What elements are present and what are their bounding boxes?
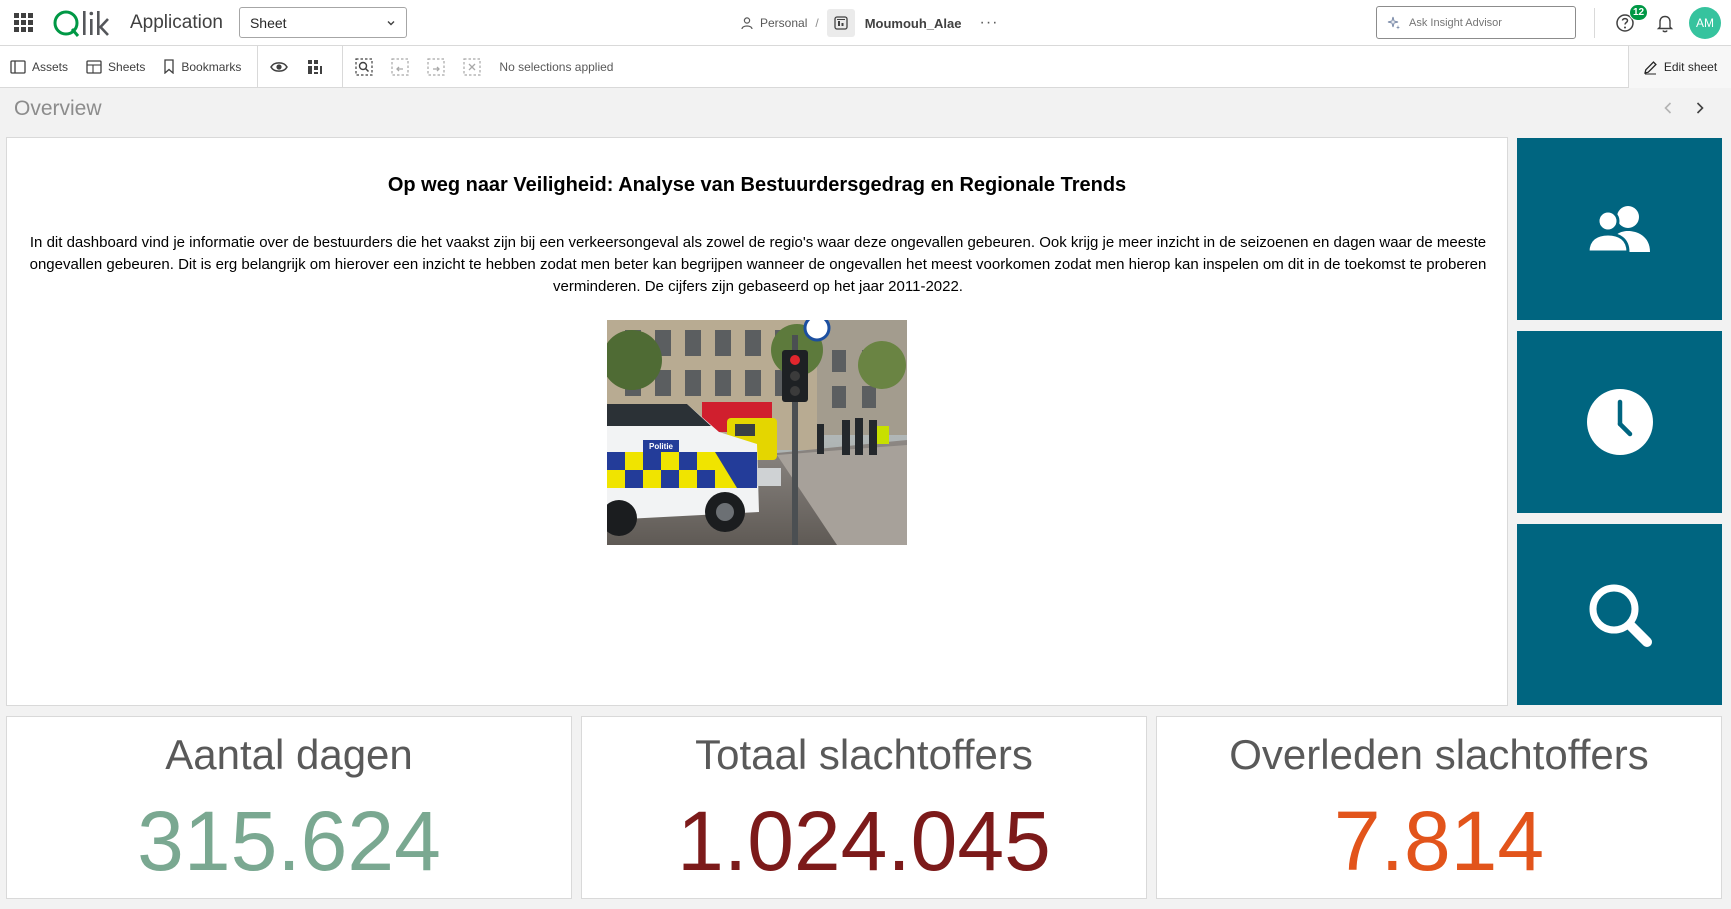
selection-forward-icon	[427, 57, 446, 76]
clear-selections-button[interactable]	[457, 52, 487, 82]
bookmark-icon	[164, 59, 175, 74]
sheet-select[interactable]: Sheet	[238, 7, 407, 38]
grid-icon	[308, 59, 323, 74]
bell-icon[interactable]	[1654, 12, 1676, 34]
search-icon	[1589, 584, 1652, 647]
kpi-value: 1.024.045	[677, 794, 1051, 888]
step-forward-button[interactable]	[421, 52, 451, 82]
insight-advisor-input[interactable]	[1409, 16, 1569, 29]
app-name: Application	[130, 11, 223, 33]
toolbar: Assets Sheets Bookmarks No selections ap…	[0, 45, 1731, 88]
avatar[interactable]: AM	[1689, 7, 1721, 39]
selection-search-icon	[355, 57, 374, 76]
accident-scene-photo: Politie	[607, 320, 907, 545]
clock-icon	[1586, 389, 1653, 455]
app-icon	[826, 9, 855, 37]
bookmarks-button[interactable]: Bookmarks	[159, 52, 245, 82]
panel-description: In dit dashboard vind je informatie over…	[29, 234, 1487, 295]
layout-grid-button[interactable]	[300, 52, 330, 82]
toolbar-divider	[257, 45, 259, 88]
space-label[interactable]: Personal	[760, 16, 807, 30]
photo-police-text: Politie	[649, 442, 674, 451]
sheet-select-value: Sheet	[249, 14, 287, 31]
kpi-value: 315.624	[137, 794, 441, 888]
person-icon	[741, 17, 753, 30]
assets-label: Assets	[32, 59, 69, 74]
bookmarks-label: Bookmarks	[181, 59, 242, 74]
selection-clear-icon	[463, 57, 482, 76]
smart-search-button[interactable]	[349, 52, 379, 82]
breadcrumb-separator: /	[815, 16, 819, 30]
sheets-button[interactable]: Sheets	[82, 52, 149, 82]
edit-sheet-button[interactable]: Edit sheet	[1628, 46, 1731, 88]
pencil-icon	[1643, 60, 1657, 74]
kpi-value: 7.814	[1333, 794, 1545, 888]
top-bar: Application Sheet Personal / Moumouh_Ala…	[0, 0, 1731, 46]
next-sheet-icon[interactable]	[1690, 98, 1710, 118]
divider	[1594, 8, 1595, 38]
insight-advisor-search[interactable]	[1376, 6, 1576, 39]
no-selections-label: No selections applied	[499, 59, 614, 74]
more-options-icon[interactable]: ···	[980, 14, 999, 32]
sparkle-icon	[1387, 16, 1400, 29]
panel-title: Op weg naar Veiligheid: Analyse van Best…	[387, 174, 1127, 196]
app-launcher-grid-icon[interactable]	[12, 12, 34, 34]
chevron-down-icon	[387, 20, 395, 25]
sheets-icon	[86, 59, 102, 74]
text-image-panel[interactable]: Op weg naar Veiligheid: Analyse van Best…	[6, 137, 1508, 706]
kpi-title: Totaal slachtoffers	[695, 731, 1033, 778]
sheet-title: Overview	[14, 97, 102, 120]
kpi-title: Overleden slachtoffers	[1229, 731, 1649, 778]
drivers-navigation-tile[interactable]	[1517, 138, 1722, 320]
app-owner-label[interactable]: Moumouh_Alae	[865, 16, 962, 31]
qlik-logo[interactable]	[52, 8, 116, 38]
notification-count-badge: 12	[1629, 4, 1649, 21]
insights-view-button[interactable]	[264, 52, 294, 82]
eye-icon	[270, 61, 289, 72]
sheets-label: Sheets	[108, 59, 146, 74]
edit-sheet-label: Edit sheet	[1663, 60, 1718, 74]
search-navigation-tile[interactable]	[1517, 524, 1722, 705]
kpi-overleden-slachtoffers[interactable]: Overleden slachtoffers 7.814	[1156, 716, 1722, 899]
users-icon	[1585, 206, 1650, 254]
selection-back-icon	[391, 57, 410, 76]
panel-icon	[10, 59, 26, 74]
assets-button[interactable]: Assets	[6, 52, 72, 82]
step-back-button[interactable]	[385, 52, 415, 82]
previous-sheet-icon[interactable]	[1658, 98, 1678, 118]
time-navigation-tile[interactable]	[1517, 331, 1722, 513]
kpi-title: Aantal dagen	[165, 731, 413, 778]
kpi-totaal-slachtoffers[interactable]: Totaal slachtoffers 1.024.045	[581, 716, 1147, 899]
kpi-aantal-dagen[interactable]: Aantal dagen 315.624	[6, 716, 572, 899]
breadcrumb: Personal / Moumouh_Alae ···	[740, 0, 999, 46]
toolbar-divider	[342, 45, 344, 88]
